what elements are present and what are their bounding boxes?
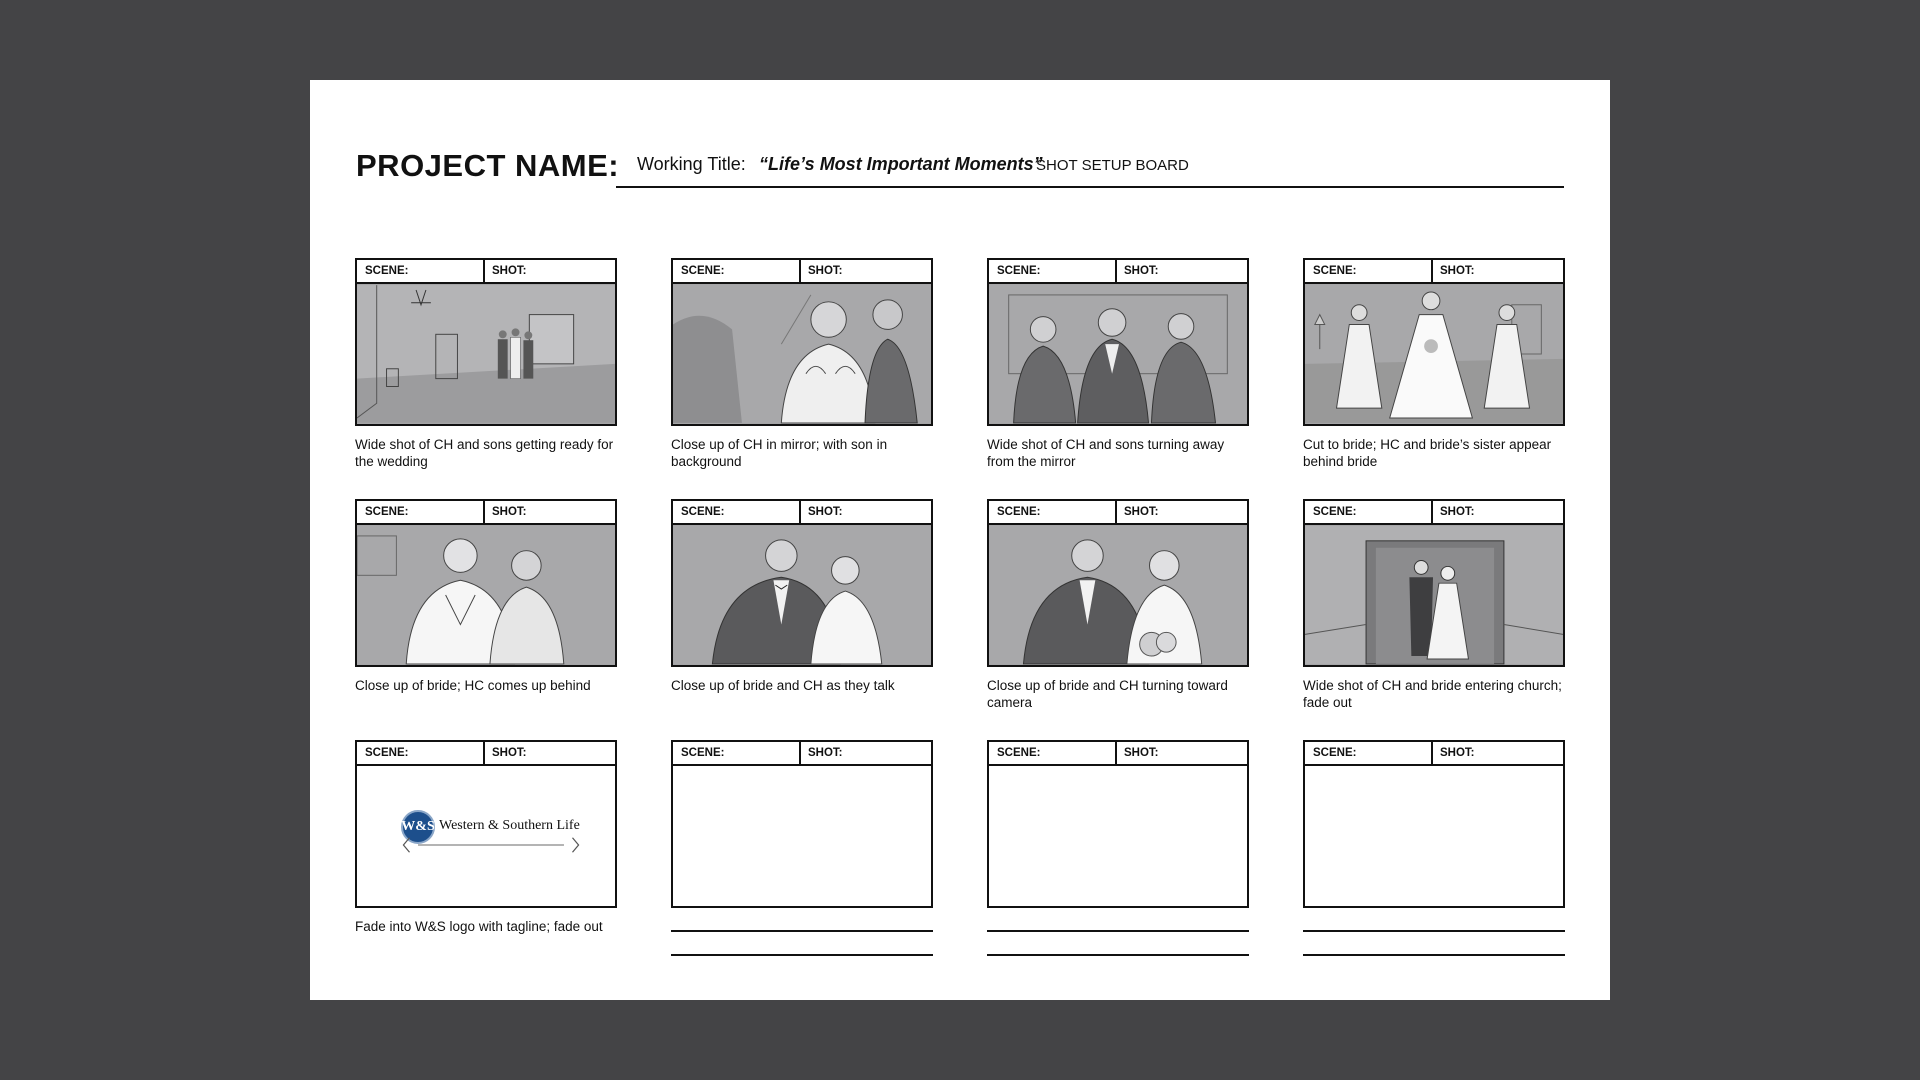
- ws-logo: W&S Western & Southern Life: [401, 810, 581, 880]
- shot-label: SHOT:: [808, 747, 843, 759]
- storyboard-sheet: PROJECT NAME: Working Title: “Life’s Mos…: [310, 80, 1610, 1000]
- shot-caption: Cut to bride; HC and bride’s sister appe…: [1303, 437, 1552, 469]
- scene-label: SCENE:: [989, 742, 1117, 764]
- sketch-frame: [355, 282, 617, 426]
- scene-label: SCENE:: [673, 501, 801, 523]
- sketch-bride-and-ch-camera: [989, 526, 1247, 665]
- board-type-label: SHOT SETUP BOARD: [1036, 157, 1189, 174]
- working-title-label: Working Title:: [637, 154, 746, 174]
- scene-label: SCENE:: [989, 501, 1117, 523]
- shot-label: SHOT:: [808, 265, 843, 277]
- shot-label: SHOT:: [1124, 506, 1159, 518]
- panel-header: SCENE: SHOT:: [671, 258, 933, 282]
- panel-5: SCENE: SHOT: Close up of bride; HC comes…: [355, 499, 617, 694]
- sketch-frame: [671, 282, 933, 426]
- shot-caption: Fade into W&S logo with tagline; fade ou…: [355, 919, 603, 934]
- scene-label: SCENE:: [673, 742, 801, 764]
- shot-label: SHOT:: [1440, 747, 1475, 759]
- shot-caption: Close up of bride and CH as they talk: [671, 678, 895, 693]
- empty-frame: [671, 764, 933, 908]
- shot-label: SHOT:: [1440, 506, 1475, 518]
- sketch-bride-closeup: [357, 526, 615, 665]
- shot-label: SHOT:: [492, 265, 527, 277]
- shot-label: SHOT:: [808, 506, 843, 518]
- sketch-dressing-room: [357, 285, 615, 423]
- panel-9: SCENE: SHOT: W&S Western & Southern Life…: [355, 740, 617, 935]
- caption-line: [1303, 930, 1565, 932]
- panel-11: SCENE: SHOT:: [987, 740, 1249, 956]
- panel-6: SCENE: SHOT: Close up of bride and CH as…: [671, 499, 933, 694]
- shot-caption: Close up of bride; HC comes up behind: [355, 678, 591, 693]
- panel-header: SCENE: SHOT:: [1303, 740, 1565, 764]
- sketch-frame: [1303, 282, 1565, 426]
- caption-line: [671, 930, 933, 932]
- working-title: “Life’s Most Important Moments”: [759, 154, 1043, 174]
- shot-caption: Wide shot of CH and bride entering churc…: [1303, 678, 1562, 710]
- sketch-bride-sisters: [1305, 285, 1563, 423]
- panel-header: SCENE: SHOT:: [671, 499, 933, 523]
- caption-line: [1303, 954, 1565, 956]
- scene-label: SCENE:: [989, 260, 1117, 282]
- scene-label: SCENE:: [357, 501, 485, 523]
- shot-caption: Close up of CH in mirror; with son in ba…: [671, 437, 888, 469]
- panel-2: SCENE: SHOT: Close up of CH in mirror; w…: [671, 258, 933, 470]
- project-name-line: Working Title: “Life’s Most Important Mo…: [616, 144, 1564, 188]
- sketch-frame: [1303, 523, 1565, 667]
- scene-label: SCENE:: [1305, 742, 1433, 764]
- panel-12: SCENE: SHOT:: [1303, 740, 1565, 956]
- logo-frame: W&S Western & Southern Life: [355, 764, 617, 908]
- sketch-frame: [987, 523, 1249, 667]
- empty-frame: [1303, 764, 1565, 908]
- panel-header: SCENE: SHOT:: [987, 499, 1249, 523]
- shot-caption: Wide shot of CH and sons turning away fr…: [987, 437, 1225, 469]
- panel-header: SCENE: SHOT:: [355, 499, 617, 523]
- shot-label: SHOT:: [1124, 265, 1159, 277]
- panel-header: SCENE: SHOT:: [987, 258, 1249, 282]
- sketch-mirror-closeup: [673, 285, 931, 424]
- scene-label: SCENE:: [1305, 260, 1433, 282]
- panel-7: SCENE: SHOT: Close up of bride and CH tu…: [987, 499, 1249, 711]
- panel-1: SCENE: SHOT: Wide shot of CH and sons ge…: [355, 258, 617, 470]
- caption-line: [987, 954, 1249, 956]
- sketch-frame: [987, 282, 1249, 426]
- shot-caption: Wide shot of CH and sons getting ready f…: [355, 437, 614, 469]
- panel-header: SCENE: SHOT:: [671, 740, 933, 764]
- scene-label: SCENE:: [357, 742, 485, 764]
- scene-label: SCENE:: [1305, 501, 1433, 523]
- sketch-frame: [671, 523, 933, 667]
- panel-4: SCENE: SHOT: Cut to bride; HC and bride’…: [1303, 258, 1565, 470]
- empty-frame: [987, 764, 1249, 908]
- panel-header: SCENE: SHOT:: [1303, 258, 1565, 282]
- panel-3: SCENE: SHOT: Wide shot of CH and sons tu…: [987, 258, 1249, 470]
- scene-label: SCENE:: [357, 260, 485, 282]
- tagline-arrows-icon: [402, 837, 580, 853]
- project-name-label: PROJECT NAME:: [356, 148, 620, 183]
- panel-header: SCENE: SHOT:: [355, 740, 617, 764]
- sketch-church-entrance: [1305, 526, 1563, 665]
- caption-line: [987, 930, 1249, 932]
- sketch-bride-and-ch-talk: [673, 526, 931, 665]
- caption-line: [671, 954, 933, 956]
- panel-header: SCENE: SHOT:: [1303, 499, 1565, 523]
- shot-label: SHOT:: [1124, 747, 1159, 759]
- scene-label: SCENE:: [673, 260, 801, 282]
- shot-label: SHOT:: [492, 506, 527, 518]
- panel-8: SCENE: SHOT: Wide shot of CH and bride e…: [1303, 499, 1565, 711]
- panel-10: SCENE: SHOT:: [671, 740, 933, 956]
- shot-label: SHOT:: [492, 747, 527, 759]
- shot-caption: Close up of bride and CH turning toward …: [987, 678, 1228, 710]
- shot-label: SHOT:: [1440, 265, 1475, 277]
- sketch-three-men: [989, 285, 1247, 424]
- header: PROJECT NAME: Working Title: “Life’s Mos…: [356, 144, 1564, 194]
- panel-header: SCENE: SHOT:: [987, 740, 1249, 764]
- panel-header: SCENE: SHOT:: [355, 258, 617, 282]
- sketch-frame: [355, 523, 617, 667]
